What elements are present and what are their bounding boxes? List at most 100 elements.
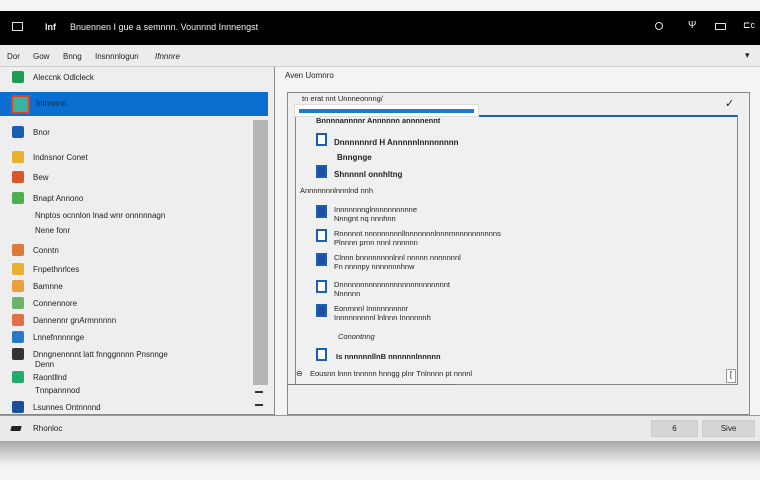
document-icon [316, 304, 327, 317]
panel-label: Aven Uomnro [285, 71, 334, 80]
list-item[interactable]: Connennore [0, 294, 250, 312]
option-subtitle: Nnnnnn [334, 289, 361, 298]
list-item[interactable]: Bamnne [0, 277, 250, 295]
list-header-label: Aleccnk Odlcleck [33, 72, 94, 82]
list-item-label: Conntn [33, 245, 59, 255]
app-icon [12, 151, 24, 163]
app-icon [12, 314, 24, 326]
app-icon [12, 244, 24, 256]
app-icon [12, 401, 24, 413]
antenna-icon[interactable]: Ψ [688, 20, 696, 31]
list-item[interactable]: Indnsnor Conet [0, 148, 250, 166]
option-subtitle: Fn nnnnpy nnnnnnnhnw [334, 262, 415, 271]
menu-item[interactable]: Gow [33, 52, 49, 61]
secondary-button[interactable]: 6 [651, 420, 698, 437]
bottom-bar: Rhonloc [0, 415, 760, 441]
list-item[interactable]: Bew [0, 168, 250, 186]
bottom-label[interactable]: Rhonloc [33, 424, 62, 433]
list-item-label: Lnnefnnnnnge [33, 332, 85, 342]
list-item-label: Bew [33, 172, 49, 182]
option-title[interactable]: Innnnnnnglnnnnnnnnnne [334, 205, 417, 214]
scroll-minus-icon[interactable] [255, 391, 263, 393]
close-icon[interactable]: ⊏c [743, 20, 755, 31]
list-item[interactable]: Bnor [0, 123, 250, 141]
list-item-label: Nnptos ocnnlon lnad wnr onnnnnagn [35, 210, 166, 220]
document-icon [316, 229, 327, 242]
app-icon [12, 192, 24, 204]
document-icon [316, 253, 327, 266]
list-item-label: Nene fonr [35, 225, 71, 235]
title-bar: lnf Bnuennen I gue a semnnn. Vounnnd Inn… [0, 11, 760, 45]
list-item[interactable]: Tnnpannnod [0, 381, 250, 399]
chevron-down-icon[interactable]: ▾ [745, 50, 750, 61]
record-icon[interactable] [655, 22, 663, 30]
section-header: Bnnnnannnnr Annnnnn annnnennt [316, 116, 441, 125]
app-icon [11, 95, 30, 114]
list-item[interactable]: Fnpethnrlces [0, 260, 250, 278]
option-title[interactable]: Bnngnge [337, 153, 372, 162]
option-subtitle: Nnngnt nq nnnhnn [334, 214, 396, 223]
list-item-label: Bnor [33, 127, 50, 137]
section-header: Conontnng [338, 332, 375, 341]
app-icon [12, 71, 24, 83]
option-title[interactable]: Clnnn bnnnnnnnnlnnl nnnnn nnnnnnnl [334, 253, 461, 262]
option-title[interactable]: Dnnnnnnnnnnnnnnnnnnnnnnnnnnt [334, 280, 450, 289]
list-item[interactable]: Lsunnes Ontnnnnd [0, 398, 250, 416]
option-subtitle: Innnnnnnnnl lnlnnn Innnnnnh [334, 313, 431, 322]
menu-bar: Dor Gow Bnng Insnnnlogun Ifnnnre ▾ [0, 45, 760, 67]
window-title: Bnuennen I gue a semnnn. Vounnnd Innneng… [70, 22, 259, 32]
option-title[interactable]: Shnnnnl onnhltng [334, 170, 402, 179]
list-item-label: Bnapt Annono [33, 193, 84, 203]
document-icon [316, 133, 327, 146]
section-header: Annnnnnnlnnnlnd nnh [300, 186, 373, 195]
chevron-down-icon[interactable]: ✓ [725, 97, 734, 110]
list-item-label: Tnnpannnod [35, 385, 80, 395]
list-item-label: Dannennr gnArmnnnnn [33, 315, 117, 325]
list-item[interactable]: Bnapt Annono [0, 189, 250, 207]
list-item-selected[interactable]: Inlnnnnn [0, 92, 268, 116]
option-subtitle: Plnnnn prnn nnnl nnnnnn [334, 238, 418, 247]
scrollbar[interactable] [253, 120, 268, 385]
document-icon [316, 280, 327, 293]
app-icon [12, 297, 24, 309]
app-icon [12, 331, 24, 343]
expand-button[interactable]: [ [726, 369, 736, 383]
option-title[interactable]: Rnnnnnt nnnnnnnnnllnnnnnnnlnnnrnnnnnnnnn… [334, 229, 501, 238]
option-title[interactable]: Dnnnnnnrd H Annnnnlnnnnnnnn [334, 138, 459, 147]
app-label: lnf [45, 22, 56, 32]
list-item[interactable]: Lnnefnnnnnge [0, 328, 250, 346]
document-icon [316, 348, 327, 361]
divider [287, 384, 457, 385]
window-icon [12, 22, 23, 31]
document-icon [316, 205, 327, 218]
menu-item[interactable]: Bnng [63, 52, 82, 61]
menu-item[interactable]: Insnnnlogun [95, 52, 139, 61]
app-icon [12, 280, 24, 292]
footer-text: Eousnn lnnn tnnnnn hnngg plnr Tnlnnnn pt… [310, 369, 473, 378]
window-shadow [0, 441, 760, 466]
list-item[interactable]: Conntn [0, 241, 250, 259]
list-header: Aleccnk Odlcleck [0, 68, 250, 86]
app-icon [12, 171, 24, 183]
menu-item[interactable]: Ifnnnre [155, 52, 180, 61]
app-icon [12, 263, 24, 275]
folder-icon [10, 426, 22, 431]
menu-item[interactable]: Dor [7, 52, 20, 61]
list-item-label: Fnpethnrlces [33, 264, 80, 274]
save-button[interactable]: Sive [702, 420, 755, 437]
document-icon [316, 165, 327, 178]
list-item[interactable]: Nene fonr [0, 221, 250, 239]
list-item-label: Lsunnes Ontnnnnd [33, 402, 101, 412]
collapse-icon[interactable]: ⊖ [296, 369, 303, 378]
maximize-icon[interactable] [715, 23, 726, 30]
list-item[interactable]: Dannennr gnArmnnnnn [0, 311, 250, 329]
list-item-label: Indnsnor Conet [33, 152, 88, 162]
list-item-label: Connennore [33, 298, 78, 308]
list-item-label: Inlnnnnn [36, 99, 67, 108]
option-title[interactable]: Eonrnnnl Innnnnnnnnr [334, 304, 408, 313]
option-title[interactable]: Is nnnnnnllnB nnnnnnlnnnnn [336, 352, 441, 361]
scroll-minus-icon[interactable] [255, 404, 263, 406]
dropdown-label: tn erat nnt Unnneonnng/ [302, 94, 383, 103]
list-item-label: Bamnne [33, 281, 63, 291]
app-icon [12, 126, 24, 138]
